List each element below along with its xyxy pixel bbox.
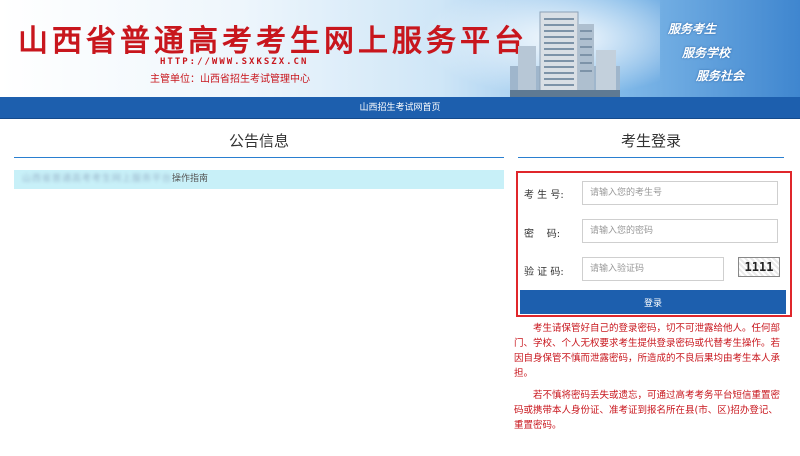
warning-password-safety: 考生请保管好自己的登录密码，切不可泄露给他人。任何部门、学校、个人无权要求考生提… xyxy=(514,323,781,379)
password-input[interactable] xyxy=(582,219,778,243)
login-form: 考 生 号: 密 码: 验 证 码: 1111 登录 xyxy=(516,171,792,317)
slogan-1: 服务考生 xyxy=(668,22,717,36)
captcha-label: 验 证 码: xyxy=(524,267,564,278)
login-button[interactable]: 登录 xyxy=(520,290,786,314)
login-divider xyxy=(518,157,784,158)
site-organization: 主管单位：山西省招生考试管理中心 xyxy=(150,74,310,85)
exam-number-label: 考 生 号: xyxy=(524,190,564,201)
exam-number-input[interactable] xyxy=(582,181,778,205)
building-image xyxy=(510,11,620,97)
warning-password-reset: 若不慎将密码丢失或遗忘，可通过高考考务平台短信重置密码或携带本人身份证、准考证到… xyxy=(514,390,781,431)
home-link[interactable]: 山西招生考试网首页 xyxy=(0,97,800,119)
captcha-image[interactable]: 1111 xyxy=(738,257,780,277)
nav-bar: 山西招生考试网首页 xyxy=(0,97,800,119)
slogan-3: 服务社会 xyxy=(696,69,745,83)
notice-item-text: 操作指南 xyxy=(172,174,209,184)
notice-divider xyxy=(14,157,504,158)
password-label: 密 码: xyxy=(524,229,561,240)
login-heading: 考生登录 xyxy=(620,132,681,150)
slogan-2: 服务学校 xyxy=(682,46,731,60)
notice-item-blurred-text: 山西省普通高考考生网上服务平台 xyxy=(22,174,173,184)
site-title: 山西省普通高考考生网上服务平台 xyxy=(18,24,528,59)
captcha-input[interactable] xyxy=(582,257,724,281)
site-url: HTTP://WWW.SXKSZX.CN xyxy=(160,57,309,67)
header-banner: 山西省普通高考考生网上服务平台 HTTP://WWW.SXKSZX.CN 主管单… xyxy=(0,0,800,97)
notice-list-item[interactable]: 山西省普通高考考生网上服务平台操作指南 xyxy=(14,170,504,189)
notice-heading: 公告信息 xyxy=(228,132,289,150)
